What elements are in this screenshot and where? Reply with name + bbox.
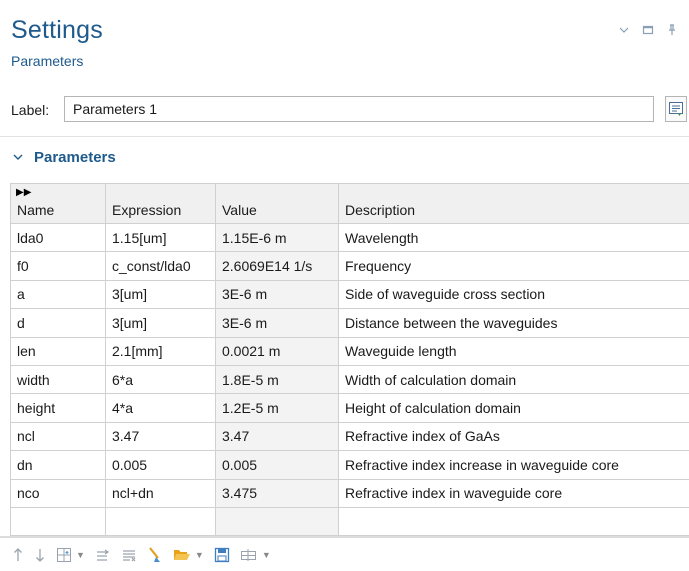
label-options-button[interactable] (665, 96, 687, 122)
cell-name[interactable]: ncl (10, 421, 106, 452)
column-header-description[interactable]: Description (338, 183, 689, 224)
column-header-value[interactable]: Value (215, 183, 339, 224)
cell-name[interactable]: height (10, 393, 106, 423)
maximize-icon[interactable] (641, 24, 655, 36)
table-row[interactable]: dn 0.005 0.005 Refractive index increase… (10, 450, 689, 480)
cell-value: 1.15E-6 m (215, 222, 339, 253)
sort-icon[interactable] (95, 547, 111, 563)
table-toolbar: ▼ ▼ ▼ (0, 536, 689, 571)
move-up-icon[interactable] (12, 547, 24, 563)
open-dropdown-icon[interactable]: ▼ (195, 550, 204, 560)
table-row[interactable]: f0 c_const/lda0 2.6069E14 1/s Frequency (10, 251, 689, 281)
divider (0, 136, 689, 137)
cell-description[interactable]: Refractive index of GaAs (338, 421, 689, 452)
cell-name[interactable]: a (10, 279, 106, 310)
table-header-row: ▶▶ Name Expression Value Description (10, 183, 689, 224)
cell-value: 3.475 (215, 478, 339, 508)
cell-name[interactable]: dn (10, 450, 106, 480)
column-header-label: Name (17, 202, 55, 218)
cell-expression[interactable]: 3[um] (105, 308, 216, 338)
table-options-icon[interactable] (240, 547, 258, 563)
cell-expression[interactable]: 6*a (105, 364, 216, 395)
table-row[interactable]: d 3[um] 3E-6 m Distance between the wave… (10, 308, 689, 338)
cell-name[interactable]: len (10, 336, 106, 366)
window-controls (617, 24, 679, 36)
cell-description[interactable]: Wavelength (338, 222, 689, 253)
cell-description[interactable]: Distance between the waveguides (338, 308, 689, 338)
table-row[interactable]: height 4*a 1.2E-5 m Height of calculatio… (10, 393, 689, 423)
cell-expression[interactable]: 3[um] (105, 279, 216, 310)
table-row[interactable]: lda0 1.15[um] 1.15E-6 m Wavelength (10, 222, 689, 253)
delete-rows-icon[interactable] (121, 547, 137, 563)
cell-value: 2.6069E14 1/s (215, 251, 339, 281)
label-input[interactable] (64, 96, 654, 122)
column-header-expression[interactable]: Expression (105, 183, 216, 224)
insert-row-icon[interactable] (56, 547, 72, 563)
table-options-dropdown-icon[interactable]: ▼ (262, 550, 271, 560)
move-down-icon[interactable] (34, 547, 46, 563)
parameters-section-header[interactable]: Parameters (12, 146, 116, 168)
table-row[interactable]: ncl 3.47 3.47 Refractive index of GaAs (10, 421, 689, 452)
cell-value: 3E-6 m (215, 308, 339, 338)
cell-description[interactable]: Waveguide length (338, 336, 689, 366)
open-folder-icon[interactable] (173, 547, 191, 563)
cell-name[interactable]: nco (10, 478, 106, 508)
table-row[interactable]: a 3[um] 3E-6 m Side of waveguide cross s… (10, 279, 689, 310)
cell-expression[interactable]: 1.15[um] (105, 222, 216, 253)
table-row[interactable]: len 2.1[mm] 0.0021 m Waveguide length (10, 336, 689, 366)
page-title: Settings (11, 16, 103, 44)
table-body: lda0 1.15[um] 1.15E-6 m Wavelength f0 c_… (10, 222, 689, 536)
cell-value: 1.8E-5 m (215, 364, 339, 395)
cell-name[interactable]: f0 (10, 251, 106, 281)
cell-value: 3.47 (215, 421, 339, 452)
table-row[interactable]: width 6*a 1.8E-5 m Width of calculation … (10, 364, 689, 395)
parameters-table: ▶▶ Name Expression Value Description lda… (10, 183, 689, 536)
cell-value: 0.005 (215, 450, 339, 480)
clear-icon[interactable] (147, 547, 163, 563)
cell-expression[interactable]: 0.005 (105, 450, 216, 480)
cell-value: 0.0021 m (215, 336, 339, 366)
cell-description[interactable] (338, 506, 689, 536)
column-header-name[interactable]: ▶▶ Name (10, 183, 106, 224)
table-row-empty[interactable] (10, 506, 689, 536)
label-caption: Label: (11, 102, 50, 118)
cell-name[interactable]: lda0 (10, 222, 106, 253)
pin-icon[interactable] (665, 24, 679, 36)
expand-columns-icon[interactable]: ▶▶ (16, 188, 31, 198)
cell-description[interactable]: Refractive index increase in waveguide c… (338, 450, 689, 480)
cell-expression[interactable]: 2.1[mm] (105, 336, 216, 366)
cell-name[interactable] (10, 506, 106, 536)
table-row[interactable]: nco ncl+dn 3.475 Refractive index in wav… (10, 478, 689, 508)
cell-value: 3E-6 m (215, 279, 339, 310)
cell-expression[interactable]: c_const/lda0 (105, 251, 216, 281)
cell-value (215, 506, 339, 536)
cell-value: 1.2E-5 m (215, 393, 339, 423)
cell-expression[interactable] (105, 506, 216, 536)
cell-expression[interactable]: 4*a (105, 393, 216, 423)
label-row: Label: (0, 90, 689, 130)
page-subtitle: Parameters (11, 53, 84, 69)
insert-row-dropdown-icon[interactable]: ▼ (76, 550, 85, 560)
cell-description[interactable]: Height of calculation domain (338, 393, 689, 423)
cell-description[interactable]: Frequency (338, 251, 689, 281)
cell-name[interactable]: d (10, 308, 106, 338)
chevron-down-icon (13, 154, 23, 160)
section-title: Parameters (34, 148, 116, 166)
save-icon[interactable] (214, 547, 230, 563)
label-options-icon (669, 102, 683, 116)
chevron-down-icon[interactable] (617, 24, 631, 36)
cell-description[interactable]: Side of waveguide cross section (338, 279, 689, 310)
cell-description[interactable]: Width of calculation domain (338, 364, 689, 395)
cell-expression[interactable]: ncl+dn (105, 478, 216, 508)
cell-description[interactable]: Refractive index in waveguide core (338, 478, 689, 508)
cell-name[interactable]: width (10, 364, 106, 395)
cell-expression[interactable]: 3.47 (105, 421, 216, 452)
settings-header: Settings Parameters (0, 0, 689, 82)
